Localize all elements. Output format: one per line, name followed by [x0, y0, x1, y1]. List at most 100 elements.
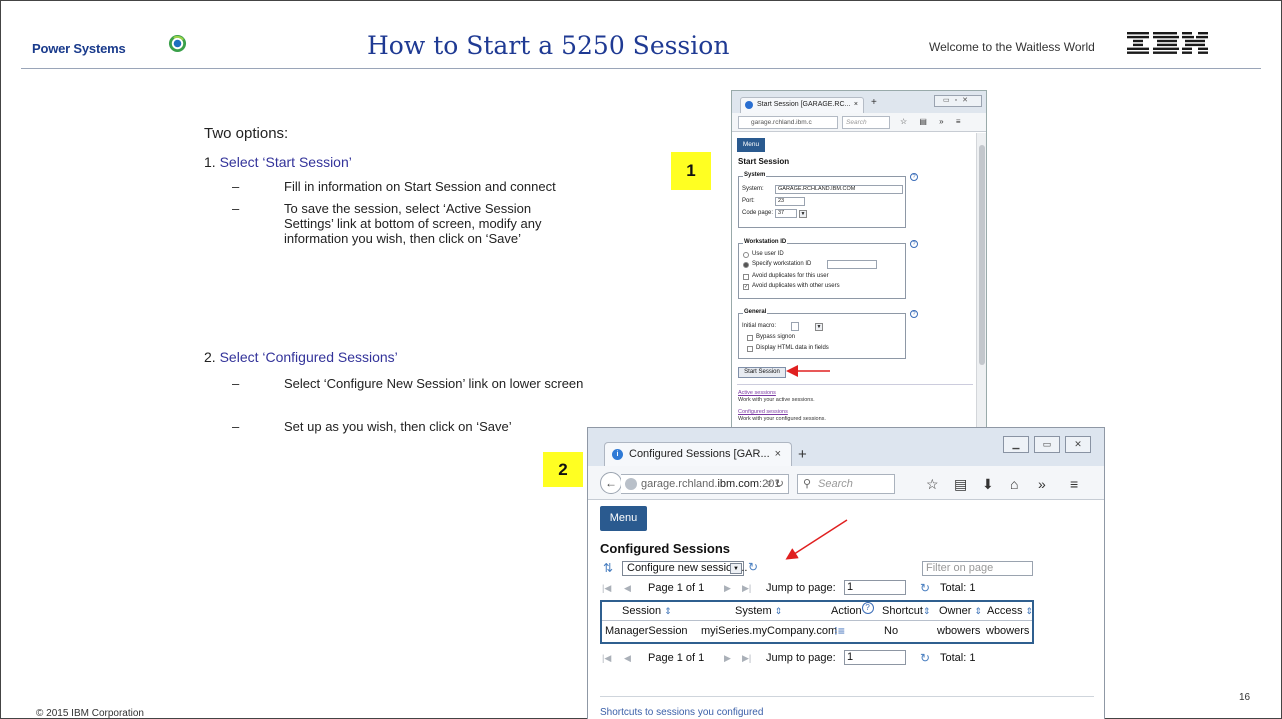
- bookmark-star-icon[interactable]: ☆: [926, 474, 939, 494]
- page-label: Page 1 of 1: [648, 652, 705, 664]
- col-access-label: Access: [987, 605, 1023, 617]
- tab-close-icon[interactable]: ×: [775, 443, 781, 465]
- display-html-label: Display HTML data in fields: [756, 345, 829, 351]
- jump-page-input[interactable]: 1: [844, 650, 906, 665]
- toolbar-icons[interactable]: ☆ ▤ » ≡: [900, 117, 966, 126]
- maximize-icon[interactable]: ▭: [1034, 436, 1060, 453]
- col-action-label: Action: [831, 605, 862, 617]
- tab-title: Start Session [GARAGE.RC...: [757, 101, 851, 108]
- next-page-icon[interactable]: ▶: [724, 580, 731, 596]
- code-page-select[interactable]: 37: [775, 209, 797, 218]
- initial-macro-label: Initial macro:: [742, 323, 777, 329]
- prev-page-icon[interactable]: ◀: [624, 580, 631, 596]
- action-list-icon[interactable]: ⁝≡: [834, 622, 845, 641]
- reload-icon[interactable]: ▿ ↻: [766, 475, 784, 493]
- use-user-id-radio[interactable]: [743, 252, 749, 258]
- first-page-icon[interactable]: |◀: [602, 650, 611, 666]
- badge-2: 2: [543, 452, 583, 487]
- copyright: © 2015 IBM Corporation: [36, 708, 144, 719]
- last-page-icon[interactable]: ▶|: [742, 650, 751, 666]
- scrollbar-thumb[interactable]: [979, 145, 985, 365]
- browser-window-configured-sessions: i Configured Sessions [GAR... × + ▁ ▭ ✕ …: [587, 427, 1105, 719]
- close-icon[interactable]: ✕: [1065, 436, 1091, 453]
- start-session-heading: Start Session: [738, 157, 790, 166]
- intro-text: Two options:: [204, 125, 289, 142]
- prev-page-icon[interactable]: ◀: [624, 650, 631, 666]
- chevron-down-icon[interactable]: ▼: [730, 563, 742, 574]
- help-icon[interactable]: ?: [910, 240, 918, 248]
- col-access[interactable]: Access ⇕: [987, 602, 1033, 621]
- minimize-icon[interactable]: ▁: [1003, 436, 1029, 453]
- initial-macro-select[interactable]: [791, 322, 799, 331]
- menu-button[interactable]: Menu: [737, 138, 765, 152]
- slide: Power Systems How to Start a 5250 Sessio…: [0, 0, 1282, 719]
- vertical-scrollbar[interactable]: [976, 133, 986, 428]
- header-divider: [21, 68, 1261, 69]
- chevron-down-icon[interactable]: ▼: [815, 323, 823, 331]
- filter-input[interactable]: Filter on page: [922, 561, 1033, 576]
- col-session-label: Session: [622, 605, 662, 617]
- reading-list-icon[interactable]: ▤: [954, 474, 967, 494]
- avoid-user-label: Avoid duplicates for this user: [752, 273, 829, 279]
- menu-button[interactable]: Menu: [600, 506, 647, 531]
- refresh-icon[interactable]: ↻: [748, 560, 758, 574]
- last-page-icon[interactable]: ▶|: [742, 580, 751, 596]
- avoid-user-checkbox[interactable]: [743, 274, 749, 280]
- search-box[interactable]: ⚲ Search: [797, 474, 895, 494]
- go-icon[interactable]: ↻: [920, 580, 930, 596]
- new-tab-button[interactable]: +: [798, 446, 807, 463]
- system-input[interactable]: GARAGE.RCHLAND.IBM.COM: [775, 185, 903, 194]
- option-2-bullet-1-marker: –: [232, 376, 240, 391]
- option-2-bullet-2-marker: –: [232, 419, 240, 434]
- col-session[interactable]: Session ⇕: [622, 602, 672, 621]
- specify-id-radio[interactable]: [743, 262, 749, 268]
- browser-tab-configured-sessions[interactable]: i Configured Sessions [GAR... ×: [604, 442, 792, 466]
- configure-new-session-select[interactable]: Configure new session... ▼: [622, 561, 747, 576]
- navigation-bar: garage.rchland.ibm.c Search ☆ ▤ » ≡: [732, 113, 986, 132]
- configured-sessions-heading: Configured Sessions: [600, 541, 731, 556]
- sort-icon: ⇕: [774, 606, 783, 616]
- col-system[interactable]: System ⇕: [735, 602, 782, 621]
- bypass-signon-checkbox[interactable]: [747, 335, 753, 341]
- shortcuts-link[interactable]: Shortcuts to sessions you configured: [600, 707, 763, 718]
- tab-close-icon[interactable]: ×: [854, 98, 858, 112]
- configured-sessions-link[interactable]: Configured sessions: [738, 409, 788, 415]
- table-header-row: Session ⇕ System ⇕ Action ? Shortcut⇕ Ow…: [602, 602, 1033, 621]
- overflow-chevron-icon[interactable]: »: [1038, 474, 1046, 494]
- active-sessions-link[interactable]: Active sessions: [738, 390, 776, 396]
- url-bar[interactable]: garage.rchland.ibm.com:201 ▿ ↻: [621, 474, 789, 494]
- search-box[interactable]: Search: [842, 116, 890, 129]
- help-icon[interactable]: ?: [861, 602, 874, 614]
- help-icon[interactable]: ?: [910, 310, 918, 318]
- browser-tab-start-session[interactable]: Start Session [GARAGE.RC... ×: [740, 97, 864, 113]
- workstation-id-input[interactable]: [827, 260, 877, 269]
- first-page-icon[interactable]: |◀: [602, 580, 611, 596]
- avoid-other-checkbox[interactable]: ✓: [743, 284, 749, 290]
- go-icon[interactable]: ↻: [920, 650, 930, 666]
- sync-icon[interactable]: ⇅: [603, 561, 613, 575]
- globe-icon: [625, 478, 637, 490]
- hamburger-menu-icon[interactable]: ≡: [1070, 474, 1078, 494]
- next-page-icon[interactable]: ▶: [724, 650, 731, 666]
- option-2-bullet-1: Select ‘Configure New Session’ link on l…: [284, 376, 584, 391]
- home-icon[interactable]: ⌂: [1010, 474, 1018, 494]
- display-html-checkbox[interactable]: [747, 346, 753, 352]
- start-session-button[interactable]: Start Session: [738, 367, 786, 378]
- pager-top: |◀ ◀ Page 1 of 1 ▶ ▶| Jump to page: 1 ↻ …: [602, 580, 1042, 596]
- chevron-down-icon[interactable]: ▼: [799, 210, 807, 218]
- window-controls[interactable]: ▭▫✕: [934, 95, 982, 107]
- table-row[interactable]: ManagerSession myiSeries.myCompany.com ⁝…: [602, 622, 1032, 642]
- back-arrow-icon[interactable]: ←: [600, 472, 622, 494]
- jump-page-input[interactable]: 1: [844, 580, 906, 595]
- col-shortcut[interactable]: Shortcut⇕: [882, 602, 931, 621]
- help-icon[interactable]: ?: [910, 173, 918, 181]
- url-bar[interactable]: garage.rchland.ibm.c: [738, 116, 838, 129]
- col-owner[interactable]: Owner ⇕: [939, 602, 982, 621]
- download-icon[interactable]: ⬇: [982, 474, 994, 494]
- use-user-id-label: Use user ID: [752, 251, 784, 257]
- site-favicon-icon: i: [612, 449, 623, 460]
- new-tab-button[interactable]: +: [871, 97, 877, 108]
- port-input[interactable]: 23: [775, 197, 805, 206]
- ibm-logo: [1127, 32, 1208, 54]
- jump-label: Jump to page:: [766, 582, 836, 594]
